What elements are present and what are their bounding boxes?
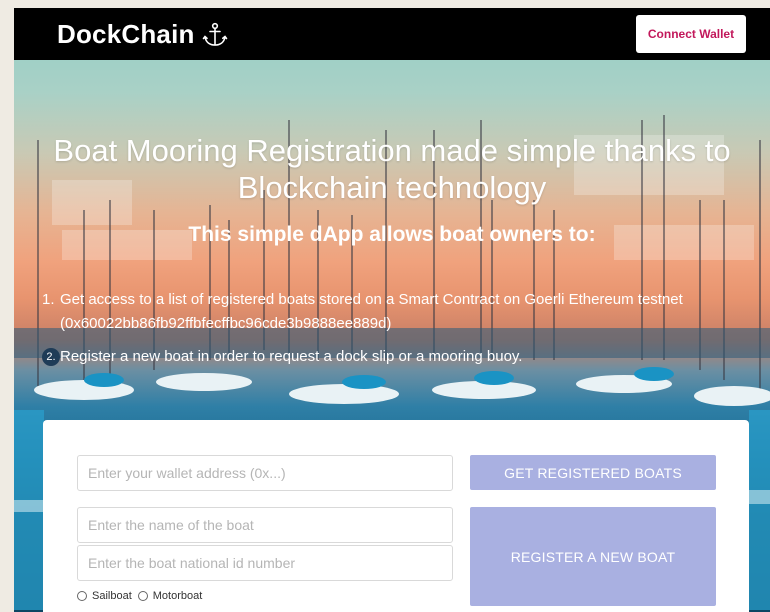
list-item-number-text: 2. [46,351,56,363]
radio-sailboat[interactable]: Sailboat [77,590,132,602]
logo[interactable]: DockChain [57,19,229,50]
feature-list: 1. Get access to a list of registered bo… [42,288,722,378]
form-card: GET REGISTERED BOATS REGISTER A NEW BOAT… [43,420,749,612]
radio-motorboat[interactable]: Motorboat [137,590,203,602]
boat-type-radio-group: Sailboat Motorboat [77,590,208,602]
list-item: 2. Register a new boat in order to reque… [42,345,722,369]
app-frame: DockChain Connect Wallet Boat Mooring Re… [14,8,770,612]
connect-wallet-button[interactable]: Connect Wallet [636,15,746,53]
top-navbar: DockChain Connect Wallet [14,8,770,60]
radio-circle-icon[interactable] [77,591,87,601]
boat-name-input[interactable] [77,507,453,543]
register-new-boat-button[interactable]: REGISTER A NEW BOAT [470,507,716,606]
radio-sailboat-label: Sailboat [92,590,132,602]
list-item-number: 1. [42,291,55,308]
hero-subtitle: This simple dApp allows boat owners to: [188,223,596,246]
hero-title: Boat Mooring Registration made simple th… [53,133,731,205]
list-item: 1. Get access to a list of registered bo… [42,288,722,336]
boat-id-input[interactable] [77,545,453,581]
anchor-icon [201,21,229,49]
get-registered-boats-button[interactable]: GET REGISTERED BOATS [470,455,716,490]
radio-circle-icon[interactable] [137,591,148,601]
list-item-number: 2. [42,348,60,366]
list-item-text: Register a new boat in order to request … [60,348,523,365]
radio-motorboat-label: Motorboat [152,590,203,602]
wallet-address-input[interactable] [77,455,453,491]
list-item-text: Get access to a list of registered boats… [60,291,683,332]
logo-text: DockChain [57,19,195,49]
